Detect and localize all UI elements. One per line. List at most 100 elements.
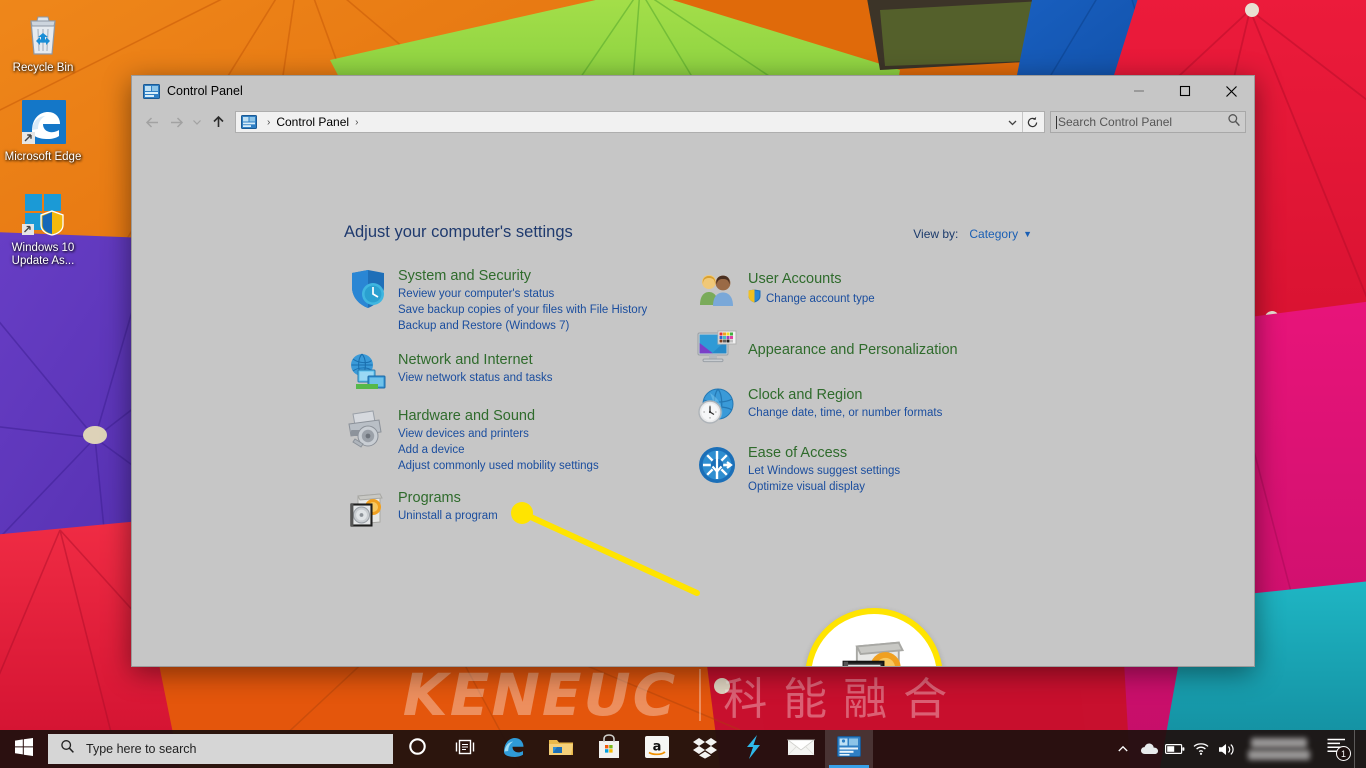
text-cursor <box>1056 115 1057 129</box>
programs-cd-icon <box>344 488 390 532</box>
cortana-button[interactable] <box>393 730 441 768</box>
control-panel-content: Adjust your computer's settings View by:… <box>132 138 1254 666</box>
notification-badge: 1 <box>1336 746 1351 761</box>
address-history-chevron-down-icon[interactable] <box>1002 112 1022 132</box>
page-title: Adjust your computer's settings <box>344 223 573 241</box>
taskbar-item-lightning-app[interactable] <box>729 730 777 768</box>
window-title: Control Panel <box>167 84 243 98</box>
forward-button[interactable] <box>164 110 188 134</box>
taskbar-search-placeholder: Type here to search <box>86 742 197 756</box>
category-column-left: System and Security Review your computer… <box>344 266 684 546</box>
taskbar-item-amazon[interactable]: a <box>633 730 681 768</box>
category-link[interactable]: Adjust commonly used mobility settings <box>398 458 599 474</box>
link-text: Change account type <box>766 292 875 305</box>
category-link[interactable]: Add a device <box>398 442 599 458</box>
taskbar-item-file-explorer[interactable] <box>537 730 585 768</box>
show-desktop-button[interactable] <box>1354 730 1362 768</box>
action-center-button[interactable]: 1 <box>1318 730 1354 768</box>
maximize-button[interactable] <box>1162 76 1208 106</box>
category-title[interactable]: Programs <box>398 489 498 508</box>
battery-icon[interactable] <box>1162 730 1188 768</box>
category-link[interactable]: Change date, time, or number formats <box>748 405 942 421</box>
category-body: Clock and Region Change date, time, or n… <box>740 385 942 427</box>
category-title[interactable]: User Accounts <box>748 270 875 289</box>
task-view-icon <box>455 738 475 761</box>
search-icon <box>60 739 75 759</box>
control-panel-icon <box>837 736 861 762</box>
category-ease-of-access: Ease of Access Let Windows suggest setti… <box>694 443 1024 495</box>
printer-icon <box>344 406 390 474</box>
store-bag-icon <box>597 734 621 764</box>
taskbar-item-mail[interactable] <box>777 730 825 768</box>
view-by-label: View by: <box>913 227 959 241</box>
category-title[interactable]: Ease of Access <box>748 444 900 463</box>
network-globe-icon <box>344 350 390 392</box>
volume-icon[interactable] <box>1214 730 1240 768</box>
edge-icon <box>0 97 86 149</box>
category-link[interactable]: Optimize visual display <box>748 479 900 495</box>
category-system-and-security: System and Security Review your computer… <box>344 266 684 334</box>
desktop-icon-recycle-bin[interactable]: Recycle Bin <box>0 8 86 75</box>
chevron-down-icon: ▼ <box>1023 229 1032 239</box>
breadcrumb[interactable]: › Control Panel › <box>235 111 1045 133</box>
task-view-button[interactable] <box>441 730 489 768</box>
close-button[interactable] <box>1208 76 1254 106</box>
up-button[interactable] <box>206 110 230 134</box>
category-title[interactable]: Hardware and Sound <box>398 407 599 426</box>
refresh-icon[interactable] <box>1022 112 1042 132</box>
desktop-icon-label: Microsoft Edge <box>4 151 82 163</box>
start-button[interactable] <box>0 730 47 768</box>
shield-icon <box>344 266 390 334</box>
category-link[interactable]: Change account type <box>748 289 875 308</box>
view-by-dropdown[interactable]: Category ▼ <box>969 227 1032 241</box>
category-link[interactable]: View devices and printers <box>398 426 599 442</box>
taskbar-item-control-panel[interactable] <box>825 730 873 768</box>
taskbar-item-microsoft-store[interactable] <box>585 730 633 768</box>
uac-shield-icon <box>748 289 761 308</box>
wifi-icon[interactable] <box>1188 730 1214 768</box>
ease-of-access-icon <box>694 443 740 495</box>
onedrive-cloud-icon[interactable] <box>1136 730 1162 768</box>
back-button[interactable] <box>140 110 164 134</box>
minimize-button[interactable] <box>1116 76 1162 106</box>
desktop-icon-microsoft-edge[interactable]: Microsoft Edge <box>0 97 86 164</box>
category-title[interactable]: Clock and Region <box>748 386 942 405</box>
category-link[interactable]: Save backup copies of your files with Fi… <box>398 302 647 318</box>
taskbar-search-box[interactable]: Type here to search <box>48 734 393 764</box>
category-body: Hardware and Sound View devices and prin… <box>390 406 599 474</box>
clock-globe-icon <box>694 385 740 427</box>
category-body: Network and Internet View network status… <box>390 350 552 392</box>
clock-time <box>1251 738 1307 748</box>
breadcrumb-item-control-panel[interactable]: Control Panel <box>276 115 349 129</box>
control-panel-icon <box>143 83 160 99</box>
recent-locations-chevron-down-icon[interactable] <box>188 110 206 134</box>
dropbox-icon <box>692 735 718 764</box>
category-link[interactable]: Uninstall a program <box>398 508 498 524</box>
desktop-icon-windows-10-update-assistant[interactable]: Windows 10 Update As... <box>0 188 86 268</box>
category-title[interactable]: System and Security <box>398 267 647 286</box>
desktop-icon-label: Windows 10 Update As... <box>11 242 75 267</box>
category-title[interactable]: Appearance and Personalization <box>748 341 958 360</box>
navigation-bar: › Control Panel › Search Control Panel <box>132 106 1254 138</box>
taskbar-item-edge[interactable] <box>489 730 537 768</box>
category-column-right: User Accounts Change account type Appear… <box>694 269 1024 509</box>
category-title[interactable]: Network and Internet <box>398 351 552 370</box>
category-link[interactable]: View network status and tasks <box>398 370 552 386</box>
monitor-palette-icon <box>694 327 740 369</box>
search-icon[interactable] <box>1227 113 1241 132</box>
search-control-panel-field[interactable]: Search Control Panel <box>1050 111 1246 133</box>
callout-connector <box>511 502 700 596</box>
svg-text:a: a <box>653 739 662 754</box>
desktop-icon-list: Recycle Bin Microsoft Edge Windows 10 Up… <box>0 0 90 280</box>
category-link[interactable]: Let Windows suggest settings <box>748 463 900 479</box>
control-panel-icon <box>241 115 257 129</box>
folder-icon <box>548 736 574 763</box>
tray-overflow-chevron-up-icon[interactable] <box>1110 730 1136 768</box>
category-link[interactable]: Backup and Restore (Windows 7) <box>398 318 647 334</box>
category-link[interactable]: Review your computer's status <box>398 286 647 302</box>
clock-and-date[interactable] <box>1240 730 1318 768</box>
category-body: Programs Uninstall a program <box>390 488 498 532</box>
taskbar-item-dropbox[interactable] <box>681 730 729 768</box>
amazon-icon: a <box>644 735 670 764</box>
breadcrumb-separator-trailing[interactable]: › <box>349 117 364 128</box>
